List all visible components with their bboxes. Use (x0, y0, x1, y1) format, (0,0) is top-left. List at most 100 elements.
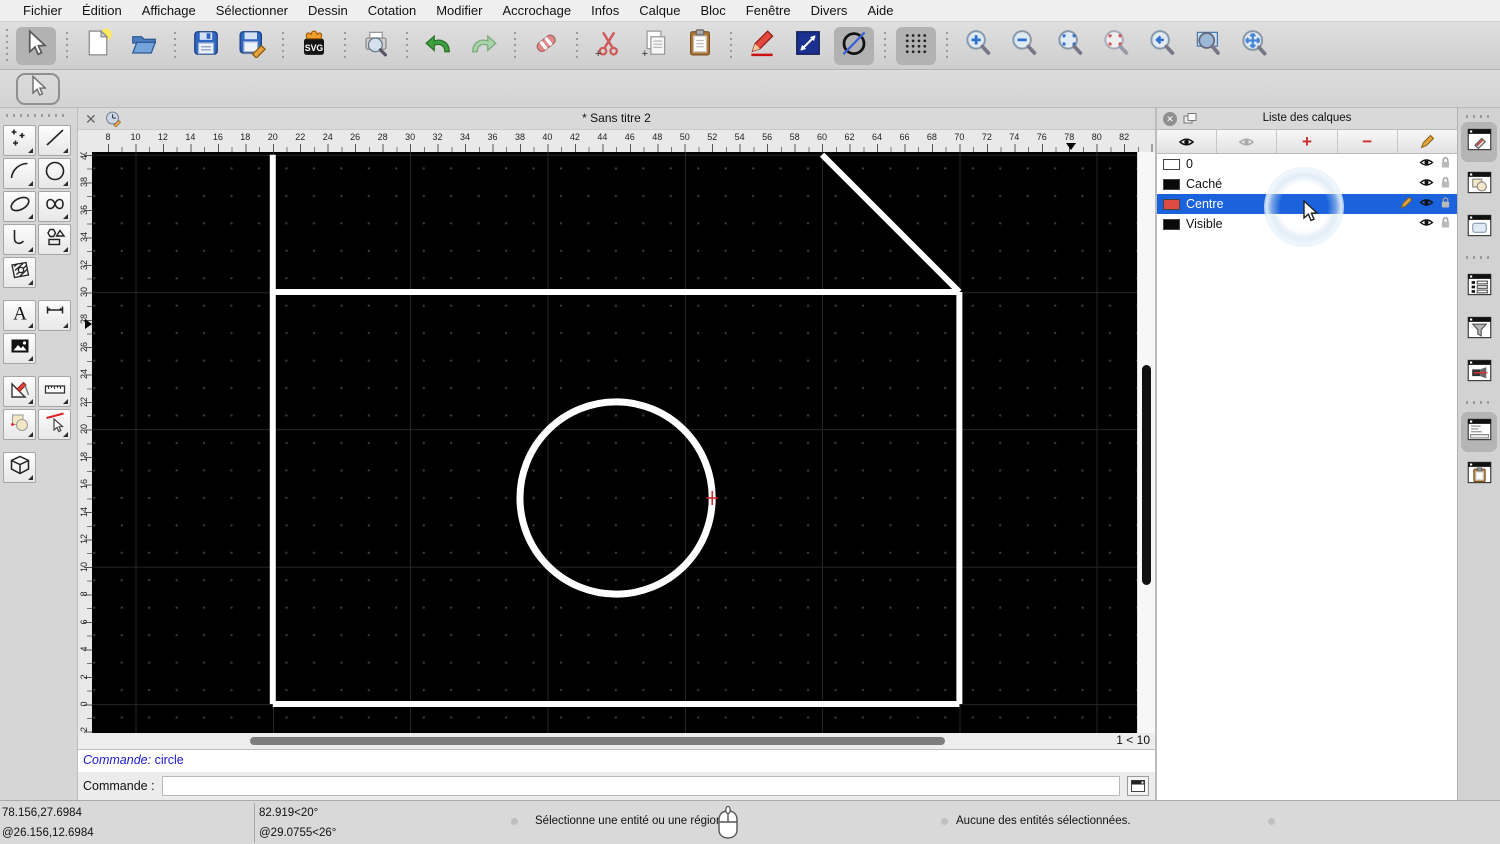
ruler-label: 30 (405, 132, 416, 142)
ruler-label: 16 (79, 479, 89, 490)
command-history-entry: circle (154, 753, 184, 767)
selection-tool-button[interactable] (16, 26, 56, 65)
layer-visibility-eye-icon[interactable] (1419, 197, 1434, 211)
vertical-scrollbar-thumb[interactable] (1142, 365, 1151, 585)
dimension-tool-button[interactable] (38, 300, 71, 331)
redo-button[interactable] (464, 27, 504, 65)
selection-option-button[interactable] (16, 72, 60, 105)
horizontal-scrollbar-thumb[interactable] (250, 737, 945, 745)
zoom-auto-button[interactable] (1050, 27, 1090, 65)
block-list-widget-button[interactable] (1461, 165, 1497, 205)
menu-item[interactable]: Aide (857, 3, 903, 18)
add-layer-button[interactable]: + (1277, 130, 1338, 153)
zoom-back-button[interactable] (1142, 27, 1182, 65)
menu-item[interactable]: Accrochage (492, 3, 581, 18)
eraser-button[interactable] (526, 27, 566, 65)
dock-drag-handle[interactable] (1466, 115, 1492, 118)
polyline-icon (8, 225, 32, 254)
menu-item[interactable]: Édition (72, 3, 132, 18)
points-tool-button[interactable] (3, 125, 36, 156)
grid-toggle-button[interactable] (896, 26, 936, 65)
circle-tool-button[interactable] (834, 26, 874, 65)
modify-tool-button[interactable] (3, 376, 36, 407)
entity-filter-widget-button[interactable] (1461, 310, 1497, 350)
blocks-tool-button[interactable] (3, 409, 36, 440)
arc-tool-button[interactable] (3, 158, 36, 189)
clipboard-widget-button[interactable] (1461, 455, 1497, 495)
polygon-tool-button[interactable] (38, 224, 71, 255)
hatch-tool-button[interactable] (3, 257, 36, 288)
vertical-scrollbar[interactable] (1137, 152, 1155, 733)
ruler-label: 76 (1036, 132, 1047, 142)
library-browser-widget-button[interactable] (1461, 208, 1497, 248)
menu-item[interactable]: Bloc (690, 3, 735, 18)
layer-lock-icon[interactable] (1440, 216, 1451, 232)
cut-button[interactable]: + (588, 27, 628, 65)
menu-item[interactable]: Dessin (298, 3, 358, 18)
measure-tool-button[interactable] (38, 376, 71, 407)
command-widget-button[interactable] (1461, 412, 1497, 452)
save-as-button[interactable] (232, 27, 272, 65)
ruler-label: 4 (79, 646, 89, 652)
command-widget-button[interactable] (1127, 776, 1149, 796)
command-input[interactable] (161, 776, 1120, 796)
copy-button[interactable]: + (634, 27, 674, 65)
toolbar-separator (884, 31, 886, 60)
plugin-widget-button[interactable] (1461, 353, 1497, 393)
image-tool-button[interactable] (3, 333, 36, 364)
palette-drag-handle[interactable] (6, 114, 67, 117)
paste-button[interactable] (680, 27, 720, 65)
horizontal-scrollbar[interactable]: 1 < 10 (78, 733, 1155, 749)
layer-list-icon (1466, 127, 1493, 157)
entity-list-widget-button[interactable] (1461, 267, 1497, 307)
remove-layer-button[interactable]: − (1338, 130, 1398, 153)
draw-pencil-button[interactable] (742, 27, 782, 65)
text-tool-button[interactable]: A (3, 300, 36, 331)
line-tool-button[interactable] (38, 125, 71, 156)
explode-tool-button[interactable] (38, 409, 71, 440)
menu-item[interactable]: Affichage (132, 3, 206, 18)
circle-tool-button[interactable] (38, 158, 71, 189)
copy-icon: + (639, 28, 669, 63)
menu-item[interactable]: Fichier (13, 3, 72, 18)
undo-button[interactable] (418, 27, 458, 65)
zoom-out-button[interactable] (1004, 27, 1044, 65)
ellipse-tool-button[interactable] (3, 191, 36, 222)
toolbar-drag-handle[interactable] (6, 28, 8, 63)
spline-tool-button[interactable] (38, 191, 71, 222)
drawing-area: ✕ * Sans titre 2 8 10 12 14 16 18 20 22 24 26 28 30… (78, 108, 1155, 800)
layer-lock-icon[interactable] (1440, 196, 1451, 212)
open-document-button[interactable] (124, 27, 164, 65)
drawing-canvas[interactable] (92, 152, 1137, 733)
menu-item[interactable]: Calque (629, 3, 690, 18)
print-preview-button[interactable] (356, 27, 396, 65)
menu-item[interactable]: Cotation (358, 3, 426, 18)
edit-layer-icon[interactable] (1400, 196, 1413, 212)
svg-export-button[interactable]: SVG (294, 27, 334, 65)
save-button[interactable] (186, 27, 226, 65)
hide-all-layers-button[interactable] (1217, 130, 1278, 153)
zoom-window-button[interactable] (1188, 27, 1228, 65)
menu-item[interactable]: Divers (801, 3, 858, 18)
zoom-pan-button[interactable] (1234, 27, 1274, 65)
ruler-label: 34 (79, 232, 89, 243)
polyline-tool-button[interactable] (3, 224, 36, 255)
zoom-previous-button[interactable] (1096, 27, 1136, 65)
menu-item[interactable]: Infos (581, 3, 629, 18)
new-document-button[interactable] (78, 27, 118, 65)
menu-item[interactable]: Fenêtre (736, 3, 801, 18)
3d-box-tool-button[interactable] (3, 452, 36, 483)
menu-item[interactable]: Sélectionner (206, 3, 298, 18)
layer-lock-icon[interactable] (1440, 176, 1451, 192)
layer-visibility-eye-icon[interactable] (1419, 157, 1434, 171)
zoom-in-button[interactable] (958, 27, 998, 65)
menu-item[interactable]: Modifier (426, 3, 492, 18)
library-browser-icon (1466, 213, 1493, 243)
layer-list-widget-button[interactable] (1461, 122, 1497, 162)
edit-layer-button[interactable] (1398, 130, 1457, 153)
layer-visibility-eye-icon[interactable] (1419, 217, 1434, 231)
layer-visibility-eye-icon[interactable] (1419, 177, 1434, 191)
show-all-layers-button[interactable] (1157, 130, 1218, 153)
print-scale-button[interactable] (788, 27, 828, 65)
layer-lock-icon[interactable] (1440, 156, 1451, 172)
